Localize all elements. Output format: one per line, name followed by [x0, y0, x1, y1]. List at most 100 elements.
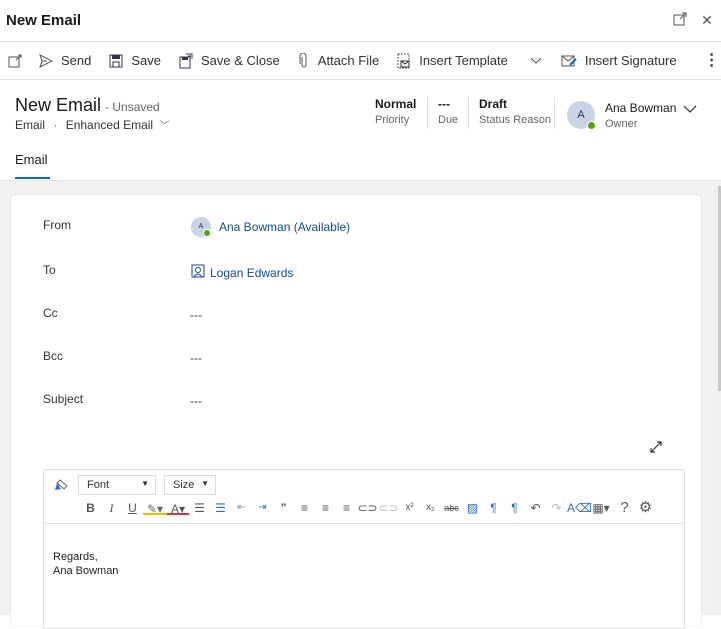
font-color-icon[interactable]: A▾ — [167, 501, 189, 516]
decrease-indent-icon[interactable]: ⇤ — [231, 500, 252, 516]
due-label: Due — [438, 114, 459, 126]
rich-text-editor: Font ▼ Size ▼ B I U ✎▾ A▾ ☰ ☰ ⇤ ⇥ ” ≡ ≡ ≡ … — [43, 469, 685, 629]
save-icon — [109, 54, 123, 67]
close-icon[interactable]: ✕ — [699, 12, 715, 28]
superscript-icon[interactable]: x² — [399, 500, 420, 516]
body-line: Regards, — [53, 551, 98, 563]
insert-template-dropdown[interactable] — [520, 42, 552, 80]
from-avatar: A — [191, 217, 211, 237]
entity-name: Email — [15, 118, 46, 132]
divider — [427, 97, 428, 129]
owner-field[interactable]: Ana Bowman Owner — [605, 101, 676, 130]
ltr-icon[interactable]: ¶ — [483, 500, 504, 516]
send-label: Send — [61, 53, 92, 68]
settings-icon[interactable]: ⚙ — [635, 500, 656, 516]
window-titlebar: New Email ✕ — [0, 0, 721, 42]
insert-template-label: Insert Template — [419, 53, 508, 68]
presence-indicator — [587, 121, 596, 130]
bcc-label: Bcc — [43, 349, 64, 363]
redo-icon[interactable]: ↷ — [546, 500, 567, 516]
clear-formatting-icon[interactable]: A⌫ — [567, 500, 592, 516]
priority-value: Normal — [375, 97, 417, 111]
insert-signature-label: Insert Signature — [584, 53, 677, 68]
subject-value[interactable]: --- — [190, 394, 202, 408]
tab-email[interactable]: Email — [15, 152, 48, 167]
subscript-icon[interactable]: x₂ — [420, 500, 441, 516]
format-painter-icon[interactable] — [54, 478, 70, 492]
subject-label: Subject — [43, 392, 84, 406]
size-dropdown[interactable]: Size ▼ — [164, 475, 216, 495]
insert-template-button[interactable]: Insert Template — [388, 42, 512, 80]
cc-value[interactable]: --- — [190, 308, 202, 322]
save-close-label: Save & Close — [201, 53, 280, 68]
due-value: --- — [438, 97, 450, 111]
signature-icon — [561, 55, 577, 66]
quote-icon[interactable]: ” — [273, 500, 294, 516]
popout-icon[interactable] — [672, 12, 688, 28]
bullet-list-icon[interactable]: ☰ — [189, 500, 210, 516]
table-icon[interactable]: ▦▾ — [588, 500, 614, 516]
owner-label: Owner — [605, 118, 638, 130]
numbered-list-icon[interactable]: ☰ — [210, 500, 231, 516]
chevron-down-icon: ﹀ — [159, 121, 170, 132]
tab-active-indicator — [15, 177, 50, 179]
form-selector[interactable]: Email · Enhanced Email ﹀ — [15, 117, 169, 132]
attach-icon — [299, 52, 307, 67]
divider — [468, 97, 469, 129]
form-area: From A Ana Bowman (Available) To Logan E… — [0, 180, 721, 629]
owner-name[interactable]: Ana Bowman — [605, 101, 676, 115]
rtl-icon[interactable]: ¶ — [504, 500, 525, 516]
strikethrough-icon[interactable]: abc — [441, 500, 462, 516]
record-title: New Email - Unsaved — [15, 95, 160, 116]
priority-label: Priority — [375, 114, 410, 126]
insert-signature-button[interactable]: Insert Signature — [552, 42, 686, 80]
send-button[interactable]: Send — [30, 42, 100, 80]
underline-icon[interactable]: U — [122, 500, 143, 516]
due-field: --- Due — [438, 97, 458, 126]
save-close-button[interactable]: Save & Close — [170, 42, 289, 80]
template-icon — [397, 53, 410, 68]
owner-avatar: A — [567, 101, 596, 130]
chevron-down-icon — [530, 57, 542, 64]
bold-icon[interactable]: B — [80, 500, 101, 516]
highlight-icon[interactable]: ✎▾ — [143, 501, 167, 516]
italic-icon[interactable]: I — [101, 500, 122, 516]
save-button[interactable]: Save — [100, 42, 170, 80]
owner-expand-button[interactable] — [683, 101, 697, 119]
chevron-down-icon — [683, 105, 697, 113]
send-icon — [39, 53, 53, 68]
form-name: Enhanced Email — [65, 118, 154, 132]
insert-image-icon[interactable]: ▨ — [462, 500, 483, 516]
unlink-icon[interactable]: ⊂⊃ — [378, 500, 399, 516]
align-center-icon[interactable]: ≡ — [315, 500, 336, 516]
increase-indent-icon[interactable]: ⇥ — [252, 500, 273, 516]
cc-label: Cc — [43, 306, 58, 320]
align-left-icon[interactable]: ≡ — [294, 500, 315, 516]
more-commands-button[interactable]: ⋮ — [686, 42, 721, 80]
status-reason-field: Draft Status Reason — [479, 97, 551, 126]
body-line: Ana Bowman — [53, 565, 119, 577]
link-icon[interactable]: ⊂⊃ — [357, 500, 378, 516]
record-header: New Email - Unsaved Email · Enhanced Emai… — [0, 80, 721, 180]
email-body[interactable]: Regards, Ana Bowman — [53, 550, 118, 578]
open-new-window-button[interactable] — [0, 42, 30, 80]
window-title: New Email — [6, 12, 82, 29]
open-new-window-icon — [8, 54, 22, 67]
attach-file-button[interactable]: Attach File — [289, 42, 388, 80]
divider — [554, 97, 555, 129]
align-right-icon[interactable]: ≡ — [336, 500, 357, 516]
to-label: To — [43, 263, 56, 277]
from-label: From — [43, 218, 71, 232]
from-value[interactable]: Ana Bowman (Available) — [219, 220, 350, 234]
format-toolbar: B I U ✎▾ A▾ ☰ ☰ ⇤ ⇥ ” ≡ ≡ ≡ ⊂⊃ ⊂⊃ x² x₂ — [80, 500, 656, 517]
bcc-value[interactable]: --- — [190, 351, 202, 365]
command-bar: Send Save Save & Close Attach File Inser… — [0, 42, 721, 80]
save-close-icon — [179, 53, 193, 68]
to-value[interactable]: Logan Edwards — [210, 266, 293, 280]
help-icon[interactable]: ? — [614, 500, 635, 516]
attach-file-label: Attach File — [317, 53, 380, 68]
undo-icon[interactable]: ↶ — [525, 500, 546, 516]
expand-editor-icon[interactable] — [649, 440, 663, 454]
font-dropdown[interactable]: Font ▼ — [78, 475, 156, 495]
save-label: Save — [131, 53, 162, 68]
